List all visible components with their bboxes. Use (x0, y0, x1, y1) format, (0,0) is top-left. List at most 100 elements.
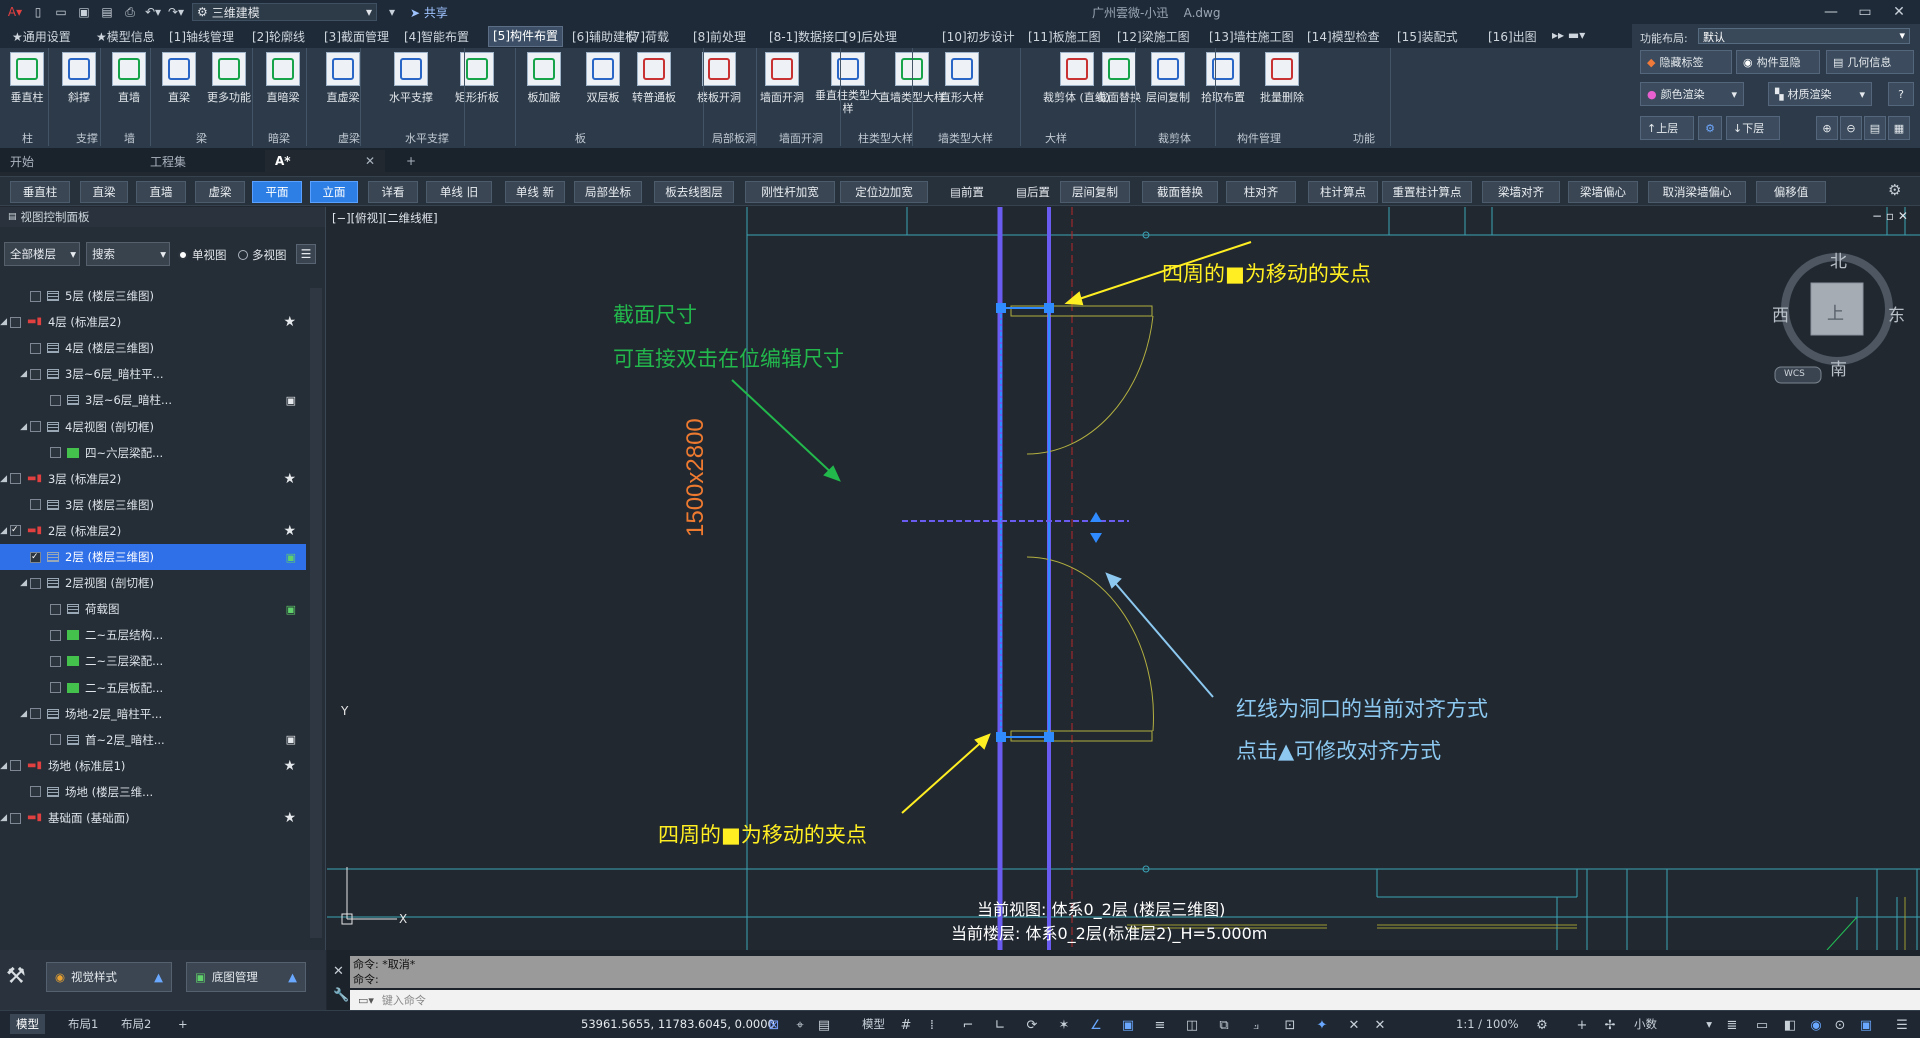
command-button-8[interactable]: 单线 新 (505, 181, 565, 203)
minimize-button[interactable]: — (1816, 0, 1846, 24)
tree-checkbox[interactable] (50, 447, 61, 459)
ribbon-tool-16[interactable]: 直形大样 (940, 52, 984, 105)
menu-tab-3[interactable]: [2]轮廓线 (248, 28, 309, 46)
tree-scrollbar[interactable] (310, 288, 322, 938)
cursor-icon[interactable]: ⌖ (790, 1015, 810, 1035)
add-layout-button[interactable]: + (172, 1014, 194, 1034)
clipboard-icon[interactable]: ▣ (286, 733, 296, 746)
down-floor-button[interactable]: ↓ 下层 (1726, 116, 1780, 140)
command-button-7[interactable]: 单线 旧 (426, 181, 492, 203)
floor-settings-icon[interactable]: ⚙ (1698, 116, 1722, 140)
tree-expander-icon[interactable]: ◢ (0, 422, 30, 432)
object-snap-icon[interactable]: ∠ (1086, 1015, 1106, 1035)
menu-tab-4[interactable]: [3]截面管理 (320, 28, 393, 46)
tree-item[interactable]: ◢ ✓ ▬▮ 2层 (标准层2) ★ (0, 518, 306, 544)
menu-tab-6[interactable]: [5]构件布置 (488, 26, 563, 47)
tree-item[interactable]: 首~2层_暗柱... ▣ (0, 727, 306, 753)
annotation-visibility-icon[interactable]: ✦ (1312, 1015, 1332, 1035)
tools-icon[interactable]: ⚒ (6, 964, 26, 989)
command-button-12[interactable]: 定位边加宽 (840, 181, 928, 203)
command-button-13[interactable]: ▤ 前置 (938, 181, 996, 203)
tree-expander-icon[interactable]: ◢ (0, 526, 10, 536)
command-input[interactable]: ▭▾ 键入命令 (350, 990, 1920, 1010)
star-icon[interactable]: ★ (283, 471, 296, 487)
tree-expander-icon[interactable]: ◢ (0, 709, 30, 719)
polar-icon[interactable]: ∟ (990, 1015, 1010, 1035)
close-button[interactable]: ✕ (1884, 0, 1914, 24)
save-as-icon[interactable]: ▤ (99, 5, 115, 19)
tree-item[interactable]: 二~五层板配... (0, 675, 306, 701)
annotation-scale-icon[interactable]: ✕ (1344, 1015, 1364, 1035)
command-button-15[interactable]: 层间复制 (1060, 181, 1130, 203)
maximize-button[interactable]: ▭ (1850, 0, 1880, 24)
menu-tab-14[interactable]: [12]梁施工图 (1113, 28, 1194, 46)
command-button-4[interactable]: 平面 (252, 181, 302, 203)
command-button-0[interactable]: 垂直柱 (10, 181, 70, 203)
star-icon[interactable]: ★ (283, 758, 296, 774)
command-button-9[interactable]: 局部坐标 (574, 181, 642, 203)
menu-tab-11[interactable]: [9]后处理 (840, 28, 901, 46)
member-display-button[interactable]: ◉ 构件显隐 (1736, 50, 1820, 74)
tab-layout-1[interactable]: 布局1 (62, 1014, 104, 1034)
tree-expander-icon[interactable]: ◢ (0, 474, 10, 484)
compass-east[interactable]: 东 (1888, 301, 1905, 326)
geo-info-button[interactable]: ▤ 几何信息 (1826, 50, 1914, 74)
units-select[interactable]: 小数 ▾ (1628, 1014, 1718, 1034)
tree-item[interactable]: ✓ 2层 (楼层三维图) ▣ (0, 544, 306, 570)
iso-draft-icon[interactable]: ⟳ (1022, 1015, 1042, 1035)
floor-filter-select[interactable]: 全部楼层 ▾ (4, 242, 80, 266)
menu-tab-9[interactable]: [8]前处理 (689, 28, 750, 46)
tree-item[interactable]: 荷载图 ▣ (0, 596, 306, 622)
menu-tab-18[interactable]: [16]出图 (1484, 28, 1541, 46)
command-button-17[interactable]: 柱对齐 (1226, 181, 1296, 203)
snap-icon[interactable]: ⁞ (922, 1015, 942, 1035)
ribbon-tool-19[interactable]: 层间复制 (1146, 52, 1190, 105)
grid-view-icon[interactable]: ▦ (1888, 116, 1910, 140)
tree-checkbox[interactable] (10, 473, 21, 485)
menu-tab-12[interactable]: [10]初步设计 (938, 28, 1019, 46)
ucs-status-icon[interactable]: ⊠ (764, 1015, 784, 1035)
menu-tab-10[interactable]: [8-1]数据接口 (765, 28, 850, 46)
tree-checkbox[interactable] (50, 682, 61, 693)
command-button-3[interactable]: 虚梁 (195, 181, 245, 203)
customization-icon[interactable]: ▣ (1856, 1015, 1876, 1035)
tree-item[interactable]: 四~六层梁配... (0, 440, 306, 466)
ribbon-tool-13[interactable]: 墙面开洞 (760, 52, 804, 105)
menu-tab-2[interactable]: [1]轴线管理 (165, 28, 238, 46)
menu-tab-15[interactable]: [13]墙柱施工图 (1205, 28, 1298, 46)
tree-checkbox[interactable] (50, 603, 61, 615)
menu-tab-1[interactable]: ★模型信息 (92, 28, 159, 46)
tree-checkbox[interactable]: ✓ (30, 551, 41, 563)
star-icon[interactable]: ★ (283, 314, 296, 330)
tree-checkbox[interactable] (30, 342, 41, 354)
workspace-select[interactable]: ⚙ 三维建模 ▾ (192, 3, 377, 21)
add-icon[interactable]: + (1572, 1015, 1592, 1035)
tree-expander-icon[interactable]: ◢ (0, 761, 10, 771)
object-track-icon[interactable]: ✶ (1054, 1015, 1074, 1035)
ribbon-tool-7[interactable]: 水平支撑 (389, 52, 433, 105)
tree-expander-icon[interactable]: ◢ (0, 317, 10, 327)
command-button-23[interactable]: 偏移值 (1756, 181, 1826, 203)
menu-tab-13[interactable]: [11]板施工图 (1024, 28, 1105, 46)
color-render-button[interactable]: ● 颜色渲染 ▾ (1640, 82, 1744, 106)
tree-item[interactable]: 二~三层梁配... (0, 648, 306, 674)
menu-tab-17[interactable]: [15]装配式 (1393, 28, 1462, 46)
new-tab-button[interactable]: + (396, 150, 426, 172)
status-menu-icon[interactable]: ☰ (1892, 1015, 1912, 1035)
quick-props-icon[interactable]: ≣ (1722, 1015, 1742, 1035)
tree-expander-icon[interactable]: ◢ (0, 813, 10, 823)
command-button-22[interactable]: 取消梁墙偏心 (1648, 181, 1746, 203)
more-tabs-icon[interactable]: ▸▸ ▬▾ (1548, 28, 1589, 46)
command-button-20[interactable]: 梁墙对齐 (1482, 181, 1560, 203)
tree-checkbox[interactable] (50, 394, 61, 406)
tree-item[interactable]: ◢ 4层视图 (剖切框) (0, 414, 306, 440)
tree-item[interactable]: 4层 (楼层三维图) (0, 335, 306, 361)
tree-checkbox[interactable] (50, 629, 61, 641)
tree-checkbox[interactable] (30, 421, 41, 432)
ribbon-tool-14[interactable]: 垂直柱类型大样 (812, 52, 884, 115)
material-render-button[interactable]: ▚ 材质渲染 ▾ (1768, 82, 1872, 106)
zoom-out-icon[interactable]: ⊖ (1840, 116, 1862, 140)
multi-view-radio[interactable]: 多视图 (238, 247, 287, 263)
selection-cycle-icon[interactable]: ⧉ (1214, 1015, 1234, 1035)
up-floor-button[interactable]: ↑ 上层 (1640, 116, 1694, 140)
